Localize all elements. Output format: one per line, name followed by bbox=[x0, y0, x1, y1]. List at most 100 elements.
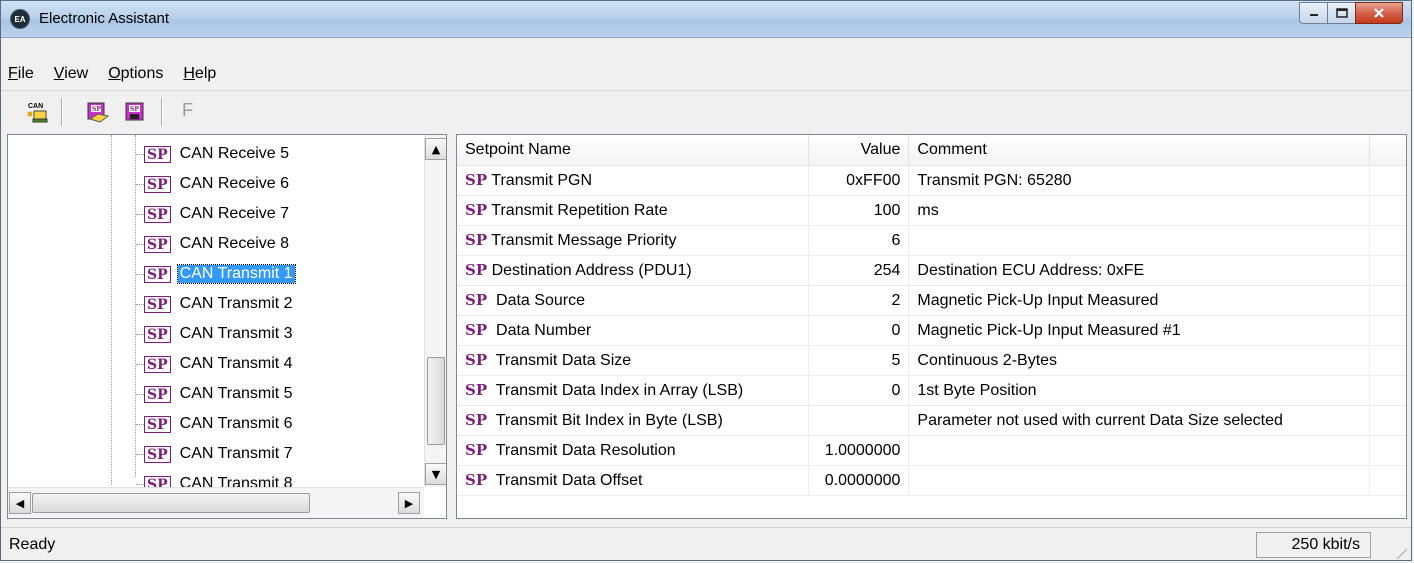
setpoint-value-cell[interactable] bbox=[808, 405, 910, 436]
setpoint-comment-cell: Destination ECU Address: 0xFE bbox=[908, 255, 1371, 286]
table-row[interactable]: SP Transmit Message Priority 6 bbox=[457, 225, 1406, 256]
table-header-row: Setpoint Name Value Comment bbox=[457, 135, 1406, 166]
tree-item[interactable]: SP CAN Transmit 2 bbox=[144, 290, 295, 318]
table-row[interactable]: SP Transmit Data Index in Array (LSB) 0 1s… bbox=[457, 375, 1406, 406]
table-row[interactable]: SP Destination Address (PDU1) 254 Destinat… bbox=[457, 255, 1406, 286]
table-row[interactable]: SP Transmit Data Offset 0.0000000 bbox=[457, 465, 1406, 496]
setpoint-name-cell: SP Data Number bbox=[457, 315, 809, 346]
tree-item[interactable]: SP CAN Transmit 1 bbox=[144, 260, 296, 288]
tree-item-label: CAN Receive 6 bbox=[179, 175, 290, 192]
setpoint-group-icon: SP bbox=[144, 205, 171, 223]
setpoint-name-cell: SP Transmit Data Size bbox=[457, 345, 809, 376]
column-header-setpoint-name[interactable]: Setpoint Name bbox=[457, 135, 809, 166]
tree-item-label: CAN Receive 7 bbox=[179, 205, 290, 222]
tree-branch-line bbox=[136, 274, 144, 275]
table-row[interactable]: SP Transmit Data Resolution 1.0000000 bbox=[457, 435, 1406, 466]
minimize-icon bbox=[1309, 14, 1318, 16]
setpoint-value-cell[interactable]: 5 bbox=[808, 345, 910, 376]
resize-grip-icon[interactable] bbox=[1389, 541, 1407, 559]
filler-cell bbox=[1369, 465, 1406, 496]
filler-cell bbox=[1369, 435, 1406, 466]
scroll-up-button[interactable]: ▲ bbox=[425, 138, 446, 160]
setpoint-name: Destination Address (PDU1) bbox=[491, 262, 692, 279]
setpoint-icon: SP bbox=[465, 231, 488, 249]
menu-options[interactable]: Options bbox=[108, 65, 163, 83]
filler-cell bbox=[1369, 375, 1406, 406]
table-row[interactable]: SP Transmit Repetition Rate 100 ms bbox=[457, 195, 1406, 226]
maximize-button[interactable] bbox=[1327, 2, 1355, 24]
tree-item-label: CAN Transmit 1 bbox=[176, 264, 296, 284]
filler-cell bbox=[1369, 405, 1406, 436]
setpoint-table-pane: Setpoint Name Value Comment SP Transmit … bbox=[456, 134, 1407, 519]
svg-text:SP: SP bbox=[92, 106, 101, 113]
tree-item[interactable]: SP CAN Transmit 5 bbox=[144, 380, 295, 408]
setpoint-name: Transmit Bit Index in Byte (LSB) bbox=[491, 412, 723, 429]
tree-item[interactable]: SP CAN Receive 5 bbox=[144, 140, 291, 168]
tree-item[interactable]: SP CAN Transmit 7 bbox=[144, 440, 295, 468]
column-header-comment[interactable]: Comment bbox=[908, 135, 1371, 166]
minimize-button[interactable] bbox=[1299, 2, 1327, 24]
table-row[interactable]: SP Transmit Bit Index in Byte (LSB) Param… bbox=[457, 405, 1406, 436]
open-setpoints-button[interactable]: SP bbox=[86, 100, 110, 123]
vertical-scrollbar[interactable]: ▲ ▼ bbox=[424, 135, 446, 487]
tree-item[interactable]: SP CAN Transmit 3 bbox=[144, 320, 295, 348]
setpoint-name: Transmit Data Size bbox=[491, 352, 632, 369]
table-row[interactable]: SP Transmit Data Size 5 Continuous 2-Bytes bbox=[457, 345, 1406, 376]
setpoint-value-cell[interactable]: 6 bbox=[808, 225, 910, 256]
filler-cell bbox=[1369, 315, 1406, 346]
tree-branch-line bbox=[136, 394, 144, 395]
flash-button[interactable]: F bbox=[182, 100, 193, 121]
scroll-down-button[interactable]: ▼ bbox=[425, 463, 446, 485]
setpoint-icon: SP bbox=[465, 351, 488, 369]
tree-branch-line bbox=[136, 244, 144, 245]
table-row[interactable]: SP Transmit PGN 0xFF00 Transmit PGN: 65280 bbox=[457, 165, 1406, 196]
tree-item[interactable]: SP CAN Transmit 6 bbox=[144, 410, 295, 438]
tree-item-label: CAN Transmit 5 bbox=[179, 385, 293, 402]
app-icon[interactable]: EA bbox=[10, 9, 30, 29]
setpoint-value-cell[interactable]: 254 bbox=[808, 255, 910, 286]
save-setpoints-button[interactable]: SP bbox=[123, 100, 145, 122]
setpoint-value-cell[interactable]: 100 bbox=[808, 195, 910, 226]
setpoint-group-icon: SP bbox=[144, 145, 171, 163]
tree-item[interactable]: SP CAN Receive 8 bbox=[144, 230, 291, 258]
tree-branch-line bbox=[136, 184, 144, 185]
can-connect-button[interactable]: CAN bbox=[25, 100, 48, 123]
setpoint-comment-cell: 1st Byte Position bbox=[908, 375, 1371, 406]
tree-branch-line bbox=[136, 304, 144, 305]
tree-item[interactable]: SP CAN Receive 7 bbox=[144, 200, 291, 228]
setpoint-value-cell[interactable]: 1.0000000 bbox=[808, 435, 910, 466]
tree-guide-line bbox=[111, 135, 112, 485]
setpoint-value-cell[interactable]: 0.0000000 bbox=[808, 465, 910, 496]
scroll-left-button[interactable]: ◀ bbox=[9, 492, 31, 514]
menu-view[interactable]: View bbox=[54, 65, 88, 83]
tree-item-label: CAN Receive 5 bbox=[179, 145, 290, 162]
menu-file[interactable]: File bbox=[8, 65, 34, 83]
setpoint-icon: SP bbox=[465, 411, 488, 429]
setpoint-value-cell[interactable]: 0 bbox=[808, 375, 910, 406]
setpoint-name: Transmit Data Offset bbox=[491, 472, 643, 489]
close-button[interactable] bbox=[1355, 2, 1403, 24]
horizontal-scrollbar[interactable]: ◀ ▶ bbox=[8, 487, 424, 518]
setpoint-tree[interactable]: SP CAN Receive 5 SP CAN Receive 6 SP CAN Rece… bbox=[7, 134, 447, 519]
vertical-scroll-thumb[interactable] bbox=[427, 357, 445, 445]
table-row[interactable]: SP Data Source 2 Magnetic Pick-Up Input Me… bbox=[457, 285, 1406, 316]
tree-item[interactable]: SP CAN Receive 6 bbox=[144, 170, 291, 198]
setpoint-value-cell[interactable]: 0xFF00 bbox=[808, 165, 910, 196]
toolbar: CAN SP SP F bbox=[1, 90, 1411, 132]
menu-help[interactable]: Help bbox=[183, 65, 216, 83]
title-bar[interactable]: EA Electronic Assistant bbox=[1, 1, 1411, 38]
setpoint-value-cell[interactable]: 0 bbox=[808, 315, 910, 346]
app-window: EA Electronic Assistant File View Option… bbox=[0, 0, 1412, 561]
setpoint-group-icon: SP bbox=[144, 355, 171, 373]
scroll-right-button[interactable]: ▶ bbox=[398, 492, 420, 514]
setpoint-icon: SP bbox=[465, 201, 488, 219]
tree-item[interactable]: SP CAN Transmit 4 bbox=[144, 350, 295, 378]
setpoint-name-cell: SP Transmit Bit Index in Byte (LSB) bbox=[457, 405, 809, 436]
horizontal-scroll-thumb[interactable] bbox=[32, 493, 310, 513]
setpoint-name-cell: SP Destination Address (PDU1) bbox=[457, 255, 809, 286]
setpoint-value-cell[interactable]: 2 bbox=[808, 285, 910, 316]
tree-branch-line bbox=[136, 334, 144, 335]
close-icon bbox=[1374, 8, 1384, 18]
column-header-value[interactable]: Value bbox=[808, 135, 910, 166]
table-row[interactable]: SP Data Number 0 Magnetic Pick-Up Input Me… bbox=[457, 315, 1406, 346]
